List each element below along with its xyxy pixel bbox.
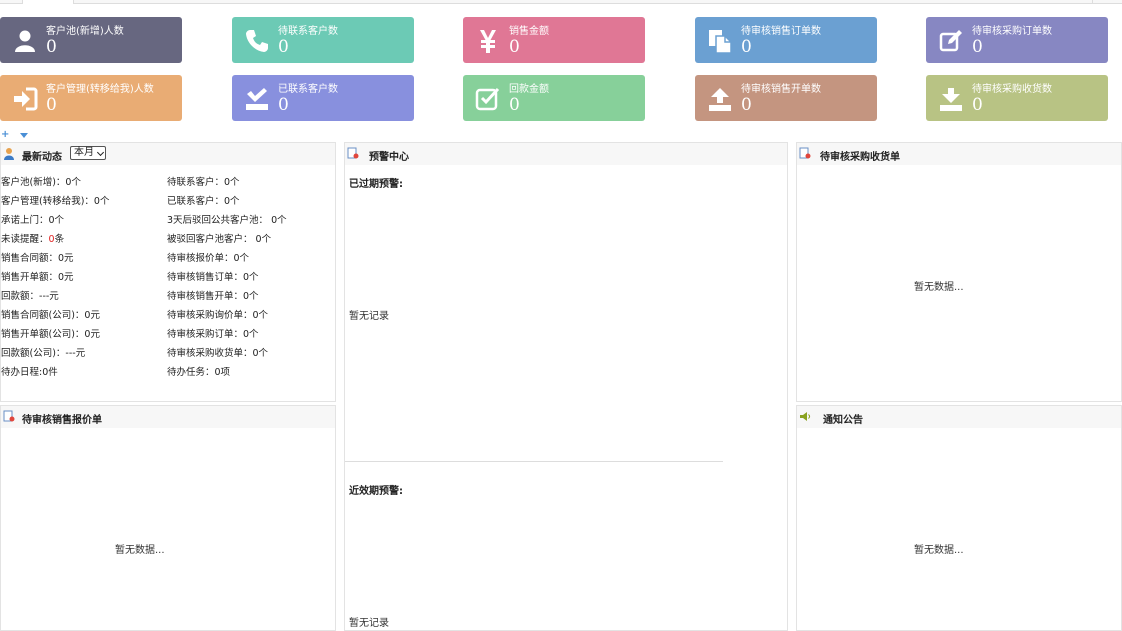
download-icon xyxy=(938,86,964,112)
card-transferred-customers[interactable]: 客户管理(转移给我)人数 0 xyxy=(0,75,182,121)
user-panel-icon xyxy=(3,147,15,160)
dropdown-arrow-icon[interactable] xyxy=(20,133,28,138)
panel-header: 待审核销售报价单 xyxy=(1,406,335,428)
layout-tools: + xyxy=(0,129,40,140)
card-customer-pool[interactable]: 客户池(新增)人数 0 xyxy=(0,17,182,63)
period-select[interactable]: 本月 xyxy=(70,146,106,160)
stat-item: 待联系客户：0个 xyxy=(167,177,240,188)
card-value: 0 xyxy=(509,37,520,57)
panel-title: 最新动态 xyxy=(22,152,62,163)
card-value: 0 xyxy=(741,95,752,115)
expired-warning-label: 已过期预警: xyxy=(349,179,403,190)
tab-strip-control[interactable] xyxy=(1092,0,1122,4)
card-pending-purchase-receipts[interactable]: 待审核采购收货数 0 xyxy=(926,75,1108,121)
card-title: 待审核销售订单数 xyxy=(741,26,821,37)
stat-item: 客户池(新增)：0个 xyxy=(1,177,81,188)
yen-icon xyxy=(475,28,501,54)
card-value: 0 xyxy=(741,37,752,57)
panel-latest-dynamics: 最新动态 本月 客户池(新增)：0个 客户管理(转移给我)：0个 承诺上门：0个… xyxy=(0,142,336,402)
stat-item: 待审核采购收货单：0个 xyxy=(167,348,269,359)
stat-item: 回款额：---元 xyxy=(1,291,59,302)
stat-item: 被驳回客户池客户： 0个 xyxy=(167,234,272,245)
card-title: 销售金额 xyxy=(509,26,549,37)
expired-empty-text: 暂无记录 xyxy=(349,311,389,322)
card-title: 已联系客户数 xyxy=(278,84,338,95)
stat-item: 待审核报价单：0个 xyxy=(167,253,250,264)
stat-item: 客户管理(转移给我)：0个 xyxy=(1,196,110,207)
stat-item: 已联系客户：0个 xyxy=(167,196,240,207)
card-value: 0 xyxy=(509,95,520,115)
stat-item: 销售合同额：0元 xyxy=(1,253,74,264)
panel-title: 预警中心 xyxy=(369,152,409,163)
stat-item: 3天后驳回公共客户池： 0个 xyxy=(167,215,287,226)
card-sales-amount[interactable]: 销售金额 0 xyxy=(463,17,645,63)
speaker-icon xyxy=(799,410,811,423)
card-title: 客户管理(转移给我)人数 xyxy=(46,84,154,95)
stat-item: 销售开单额(公司)：0元 xyxy=(1,329,100,340)
card-title: 待审核采购收货数 xyxy=(972,84,1052,95)
report-panel-icon xyxy=(347,147,359,160)
card-value: 0 xyxy=(46,37,57,57)
panel-header: 最新动态 本月 xyxy=(1,143,335,165)
empty-data-text: 暂无数据... xyxy=(914,545,964,556)
card-value: 0 xyxy=(46,95,57,115)
panel-title: 待审核采购收货单 xyxy=(820,152,900,163)
upload-icon xyxy=(707,86,733,112)
top-tab-strip xyxy=(0,0,1122,4)
documents-icon xyxy=(707,28,733,54)
card-value: 0 xyxy=(972,95,983,115)
sign-in-icon xyxy=(12,86,38,112)
panel-pending-sales-quotes: 待审核销售报价单 暂无数据... xyxy=(0,405,336,631)
active-tab[interactable] xyxy=(22,0,74,4)
card-title: 客户池(新增)人数 xyxy=(46,26,124,37)
card-title: 待审核采购订单数 xyxy=(972,26,1052,37)
card-contacted[interactable]: 已联系客户数 0 xyxy=(232,75,414,121)
checklist-icon xyxy=(244,86,270,112)
chevron-down-icon xyxy=(96,148,105,157)
stat-item: 待办任务：0项 xyxy=(167,367,231,378)
card-value: 0 xyxy=(278,37,289,57)
stat-item: 回款额(公司)：---元 xyxy=(1,348,86,359)
panel-pending-purchase-receipts: 待审核采购收货单 暂无数据... xyxy=(796,142,1122,402)
period-select-value: 本月 xyxy=(74,147,94,158)
near-expiry-empty-text: 暂无记录 xyxy=(349,618,389,629)
section-divider xyxy=(345,461,723,462)
panel-notice: 通知公告 暂无数据... xyxy=(796,405,1122,631)
card-payment-amount[interactable]: 回款金额 0 xyxy=(463,75,645,121)
add-icon[interactable]: + xyxy=(1,129,9,140)
panel-warning-center: 预警中心 已过期预警: 暂无记录 近效期预警: 暂无记录 xyxy=(344,142,788,631)
edit-icon xyxy=(938,28,964,54)
panel-header: 通知公告 xyxy=(797,406,1121,428)
card-pending-purchase-orders[interactable]: 待审核采购订单数 0 xyxy=(926,17,1108,63)
report-panel-icon xyxy=(3,410,15,423)
panel-header: 预警中心 xyxy=(345,143,787,165)
panel-header: 待审核采购收货单 xyxy=(797,143,1121,165)
near-expiry-warning-label: 近效期预警: xyxy=(349,486,403,497)
stat-item: 承诺上门：0个 xyxy=(1,215,65,226)
card-title: 待审核销售开单数 xyxy=(741,84,821,95)
stat-item: 销售开单额：0元 xyxy=(1,272,74,283)
stat-item: 待审核销售订单：0个 xyxy=(167,272,259,283)
panel-title: 通知公告 xyxy=(823,415,863,426)
user-icon xyxy=(12,28,38,54)
stat-item-unread-reminders[interactable]: 未读提醒：0条 xyxy=(1,231,64,245)
card-title: 待联系客户数 xyxy=(278,26,338,37)
check-square-icon xyxy=(475,86,501,112)
stat-item: 待审核采购询价单：0个 xyxy=(167,310,269,321)
empty-data-text: 暂无数据... xyxy=(115,545,165,556)
panel-title: 待审核销售报价单 xyxy=(22,415,102,426)
report-panel-icon xyxy=(799,147,811,160)
phone-icon xyxy=(244,28,270,54)
stat-item: 待办日程:0件 xyxy=(1,367,58,378)
card-to-contact[interactable]: 待联系客户数 0 xyxy=(232,17,414,63)
empty-data-text: 暂无数据... xyxy=(914,282,964,293)
card-title: 回款金额 xyxy=(509,84,549,95)
card-pending-sales-orders[interactable]: 待审核销售订单数 0 xyxy=(695,17,877,63)
stat-item: 待审核销售开单：0个 xyxy=(167,291,259,302)
card-value: 0 xyxy=(972,37,983,57)
stat-item: 待审核采购订单：0个 xyxy=(167,329,259,340)
card-value: 0 xyxy=(278,95,289,115)
card-pending-sales-bills[interactable]: 待审核销售开单数 0 xyxy=(695,75,877,121)
stat-item: 销售合同额(公司)：0元 xyxy=(1,310,100,321)
